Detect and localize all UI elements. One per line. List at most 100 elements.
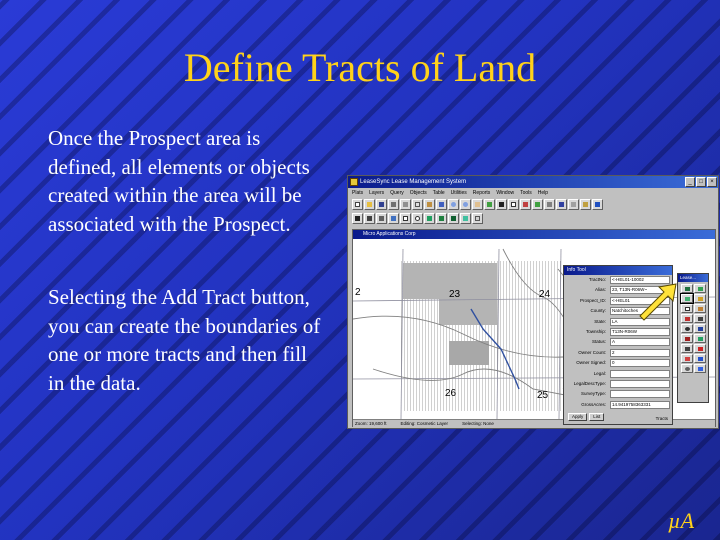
arrow-icon[interactable] <box>352 213 363 224</box>
pointer-arrow-icon <box>639 283 677 321</box>
menu-table[interactable]: Table <box>433 188 445 198</box>
field-label-township: Township: <box>585 328 606 334</box>
table-icon[interactable] <box>568 199 579 210</box>
field-input-status[interactable]: A <box>610 338 670 347</box>
pointer-icon[interactable] <box>508 199 519 210</box>
field-input-township[interactable]: T13N-R06W <box>610 327 670 336</box>
lease-icon[interactable] <box>681 284 693 293</box>
app-icon <box>350 178 358 186</box>
menu-layers[interactable]: Layers <box>369 188 384 198</box>
polyline-icon[interactable] <box>388 213 399 224</box>
polygon-icon[interactable] <box>424 213 435 224</box>
minimize-button[interactable]: _ <box>685 177 695 187</box>
menu-reports[interactable]: Reports <box>473 188 491 198</box>
cut-icon[interactable] <box>400 199 411 210</box>
field-label-status: Status: <box>591 339 606 345</box>
search-icon[interactable] <box>681 364 693 373</box>
pencil-icon[interactable] <box>694 304 706 313</box>
slide-title: Define Tracts of Land <box>183 45 537 90</box>
section-label-26: 26 <box>445 388 457 399</box>
stack-icon[interactable] <box>694 354 706 363</box>
section-label-23: 23 <box>449 289 461 300</box>
symbol-icon[interactable] <box>448 213 459 224</box>
open-icon[interactable] <box>364 199 375 210</box>
field-label-gross-acres: GrossAcres: <box>581 401 606 407</box>
field-input-gross-acres[interactable]: 14.9419758363331 <box>610 400 670 409</box>
menu-plats[interactable]: Plats <box>352 188 363 198</box>
field-label-prospect-id: Prospect_ID: <box>579 297 606 303</box>
menu-window[interactable]: Window <box>496 188 514 198</box>
paragraph-prospect: Once the Prospect area is defined, all e… <box>48 126 310 236</box>
layer-icon[interactable] <box>532 199 543 210</box>
apply-button[interactable]: Apply <box>568 413 588 421</box>
prospect-icon[interactable] <box>694 284 706 293</box>
document-icon[interactable] <box>694 324 706 333</box>
zoom-out-icon[interactable] <box>460 199 471 210</box>
paste-icon[interactable] <box>424 199 435 210</box>
toolbar-drawing <box>352 213 716 226</box>
close-button[interactable]: × <box>707 177 717 187</box>
app-title: LeaseSync Lease Management System <box>360 179 467 185</box>
contract-icon[interactable] <box>681 334 693 343</box>
section-label-22: 2 <box>355 287 361 298</box>
field-input-owner-signed[interactable]: 0 <box>610 359 670 368</box>
tract-polygon[interactable] <box>439 299 497 325</box>
mu-a-logo: µA <box>668 508 695 533</box>
erase-icon[interactable] <box>472 213 483 224</box>
fill-icon[interactable] <box>436 213 447 224</box>
report-icon[interactable] <box>580 199 591 210</box>
report-icon[interactable] <box>681 344 693 353</box>
color-icon[interactable] <box>460 213 471 224</box>
add-tract-button[interactable] <box>680 293 694 304</box>
line-icon[interactable] <box>376 213 387 224</box>
rectangle-icon[interactable] <box>400 213 411 224</box>
field-input-legal[interactable] <box>610 369 670 378</box>
field-label-survey-type: SurveyType: <box>580 391 606 397</box>
new-icon[interactable] <box>352 199 363 210</box>
measure-icon[interactable] <box>520 199 531 210</box>
menu-query[interactable]: Query <box>390 188 404 198</box>
delete-icon[interactable] <box>681 314 693 323</box>
maximize-button[interactable]: □ <box>696 177 706 187</box>
list-button[interactable]: List <box>589 413 605 421</box>
field-label-owner-count: Owner Count: <box>578 349 606 355</box>
status-editing: Editing: Cosmetic Layer <box>400 421 449 426</box>
menu-help[interactable]: Help <box>538 188 548 198</box>
pan-icon[interactable] <box>472 199 483 210</box>
tract-info-icon[interactable] <box>681 304 693 313</box>
section-label-24: 24 <box>539 289 551 300</box>
well-icon[interactable] <box>694 314 706 323</box>
text-icon[interactable] <box>364 213 375 224</box>
circle-icon[interactable] <box>412 213 423 224</box>
menu-objects[interactable]: Objects <box>410 188 427 198</box>
label-icon[interactable] <box>556 199 567 210</box>
edit-tract-icon[interactable] <box>694 294 706 303</box>
grid-icon[interactable] <box>544 199 555 210</box>
field-input-survey-type[interactable] <box>610 390 670 399</box>
payment-icon[interactable] <box>694 334 706 343</box>
toolbar-main <box>352 199 716 212</box>
undo-icon[interactable] <box>436 199 447 210</box>
menu-utilities[interactable]: Utilities <box>451 188 467 198</box>
menu-tools[interactable]: Tools <box>520 188 532 198</box>
field-input-owner-count[interactable]: 2 <box>610 348 670 357</box>
field-label-legal-desc-type: LegalDescType: <box>573 380 606 386</box>
query-icon[interactable] <box>694 364 706 373</box>
calendar-icon[interactable] <box>694 344 706 353</box>
palette-titlebar: Lease... <box>678 274 708 282</box>
folder-icon[interactable] <box>681 354 693 363</box>
help-icon[interactable] <box>592 199 603 210</box>
owner-icon[interactable] <box>681 324 693 333</box>
section-label-25: 25 <box>537 390 549 401</box>
print-icon[interactable] <box>388 199 399 210</box>
info-tool-titlebar: Info Tool <box>564 266 672 275</box>
tract-polygon[interactable] <box>449 341 489 365</box>
layer-name: Tracts <box>655 416 668 421</box>
select-icon[interactable] <box>496 199 507 210</box>
zoom-in-icon[interactable] <box>448 199 459 210</box>
field-input-legal-desc-type[interactable] <box>610 379 670 388</box>
refresh-icon[interactable] <box>484 199 495 210</box>
save-icon[interactable] <box>376 199 387 210</box>
copy-icon[interactable] <box>412 199 423 210</box>
info-tool-title: Info Tool <box>567 267 586 273</box>
